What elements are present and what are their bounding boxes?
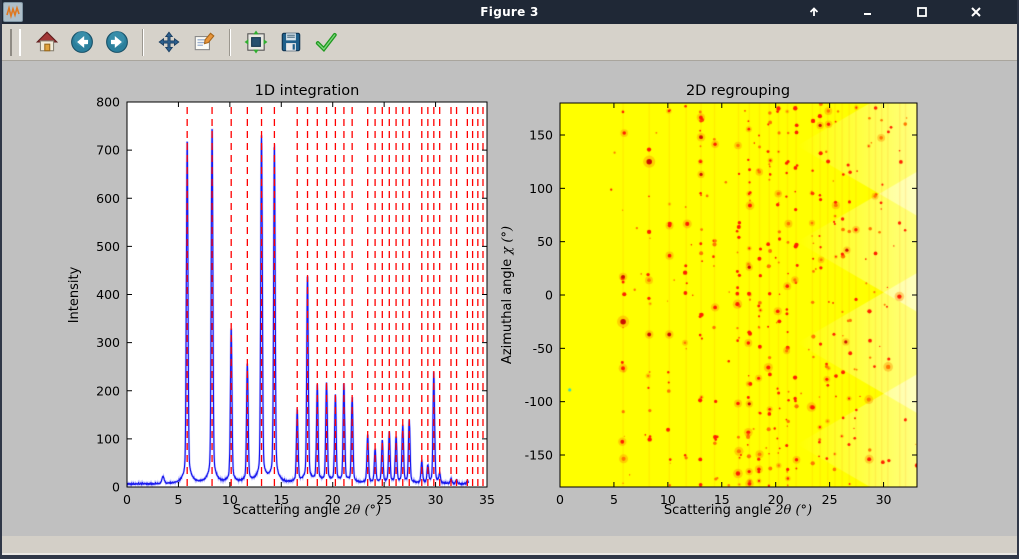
y-tick-label: -100 xyxy=(525,394,553,409)
maximize-button[interactable] xyxy=(915,5,929,19)
y-tick-label: 100 xyxy=(96,431,120,446)
y-tick-label: 800 xyxy=(96,95,120,110)
edit-parameters-button[interactable] xyxy=(189,27,219,57)
y-tick-label: 700 xyxy=(96,143,120,158)
figure-toolbar xyxy=(2,24,1017,61)
rollup-button[interactable] xyxy=(807,5,821,19)
check-icon xyxy=(314,30,338,54)
edit-parameters-icon xyxy=(192,30,216,54)
pan-icon xyxy=(157,30,181,54)
plot1-ylabel: Intensity xyxy=(67,195,83,395)
y-tick-label: 200 xyxy=(96,383,120,398)
statusbar xyxy=(2,536,1017,553)
y-tick-label: 0 xyxy=(545,288,553,303)
toolbar-separator xyxy=(229,29,231,56)
minimize-button[interactable] xyxy=(861,5,875,19)
save-icon xyxy=(279,30,303,54)
x-tick-label: 0 xyxy=(123,492,131,507)
y-tick-label: 500 xyxy=(96,239,120,254)
back-button[interactable] xyxy=(67,27,97,57)
y-tick-label: -150 xyxy=(525,448,553,463)
y-tick-label: 50 xyxy=(537,234,553,249)
close-button[interactable] xyxy=(969,5,983,19)
plot1-axes[interactable]: 051015202530350100200300400500600700800 xyxy=(57,80,507,525)
home-button[interactable] xyxy=(32,27,62,57)
home-icon xyxy=(35,30,59,54)
y-tick-label: -50 xyxy=(533,341,553,356)
back-icon xyxy=(70,30,94,54)
window-bottom-border xyxy=(0,555,1019,559)
window-controls xyxy=(807,0,983,24)
x-tick-label: 0 xyxy=(556,492,564,507)
plot2-xlabel: Scattering angle 2θ (°) xyxy=(588,503,888,518)
y-tick-label: 300 xyxy=(96,335,120,350)
titlebar[interactable]: Figure 3 xyxy=(0,0,1019,24)
y-tick-label: 100 xyxy=(529,181,553,196)
plot2-axes[interactable]: 051015202530-150-100-50050100150 xyxy=(495,80,965,525)
save-button[interactable] xyxy=(276,27,306,57)
plot2-frame xyxy=(560,103,917,487)
forward-icon xyxy=(105,30,129,54)
y-tick-label: 400 xyxy=(96,287,120,302)
y-tick-label: 150 xyxy=(529,128,553,143)
apply-check-button[interactable] xyxy=(311,27,341,57)
toolbar-drag-handle[interactable] xyxy=(10,29,21,56)
window-left-border xyxy=(0,0,2,559)
plot2-ylabel: Azimuthal angle χ (°) xyxy=(500,195,516,395)
plot1-xlabel: Scattering angle 2θ (°) xyxy=(157,503,457,518)
configure-subplots-button[interactable] xyxy=(241,27,271,57)
pan-button[interactable] xyxy=(154,27,184,57)
forward-button[interactable] xyxy=(102,27,132,57)
y-tick-label: 600 xyxy=(96,191,120,206)
y-tick-label: 0 xyxy=(112,480,120,495)
x-tick-label: 35 xyxy=(479,492,495,507)
configure-subplots-icon xyxy=(244,30,268,54)
toolbar-separator xyxy=(142,29,144,56)
